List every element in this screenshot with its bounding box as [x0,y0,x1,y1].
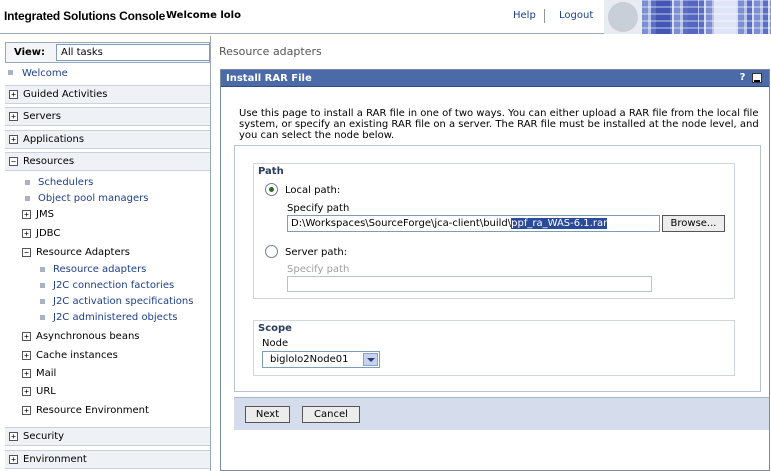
nav-item-resources[interactable]: − Resources [5,152,210,171]
logout-link[interactable]: Logout [559,10,593,21]
nav-item-label: Resources [23,156,75,167]
nav-item-security[interactable]: + Security [5,427,210,446]
main-content: Resource adapters Install RAR File ? Use… [212,36,771,471]
server-path-input[interactable] [287,276,652,292]
bullet-icon [40,267,45,272]
nav-item-label: Resource Environment [36,405,149,416]
cancel-button[interactable]: Cancel [302,406,360,423]
nav-item-label: Security [23,431,65,442]
expand-icon[interactable]: + [22,387,31,396]
header-separator [544,9,545,23]
console-title: Integrated Solutions Console [4,9,166,23]
nav-item-label: Resource adapters [53,264,147,275]
nav-item-servers[interactable]: + Servers [5,107,210,126]
local-path-input[interactable]: D:\Workspaces\SourceForge\jca-client\bui… [287,215,660,232]
bullet-icon [40,283,45,288]
bullet-icon [40,315,45,320]
expand-icon[interactable]: + [9,112,18,121]
browse-button[interactable]: Browse... [662,215,725,232]
expand-icon[interactable]: + [22,210,31,219]
collapse-icon[interactable]: − [22,248,31,257]
nav-item-label: URL [36,386,56,397]
button-bar: Next Cancel [234,397,769,430]
view-select[interactable]: All tasks [56,44,210,61]
navigation-tree: View: All tasks Welcome + Guided Activit… [0,36,211,471]
nav-item-label: JMS [36,209,54,220]
local-path-label: Local path: [285,185,341,196]
banner-overlay [642,0,771,34]
nav-item-guided-activities[interactable]: + Guided Activities [5,85,210,104]
node-select[interactable]: biglolo2Node01 [262,351,380,368]
expand-icon[interactable]: + [9,90,18,99]
nav-item-label: Servers [23,111,62,122]
collapse-icon[interactable]: − [9,157,18,166]
server-specify-path-label: Specify path [287,264,350,275]
view-label: View: [14,47,46,58]
header-banner-graphic [604,0,771,34]
nav-item-label: Cache instances [36,350,118,361]
minimize-icon[interactable] [752,73,762,83]
expand-icon[interactable]: + [22,369,31,378]
nav-item-label: J2C administered objects [53,312,178,323]
server-path-radio[interactable] [265,245,278,258]
server-path-label: Server path: [285,247,348,258]
panel-title-bar: Install RAR File ? [221,70,769,87]
nav-item-environment[interactable]: + Environment [5,450,210,469]
nav-item-applications[interactable]: + Applications [5,130,210,149]
nav-item-label: Welcome [22,68,68,79]
install-rar-panel: Install RAR File ? Use this page to inst… [220,69,770,471]
path-group: Path Local path: Specify path D:\Workspa… [253,163,735,299]
chevron-down-icon[interactable] [363,353,378,366]
bullet-icon [25,196,30,201]
bullet-icon [25,180,30,185]
local-path-radio[interactable] [265,183,278,196]
nav-item-label: JDBC [36,228,61,239]
scope-group: Scope Node biglolo2Node01 [253,320,735,376]
expand-icon[interactable]: + [22,332,31,341]
nav-item-label: J2C connection factories [53,280,175,291]
view-filter-bar: View: All tasks [5,42,210,63]
nav-item-label: Schedulers [38,177,94,188]
next-button[interactable]: Next [245,406,290,423]
intro-text: Use this page to install a RAR file in o… [239,108,759,141]
scope-group-title: Scope [258,323,292,334]
nav-item-label: Guided Activities [23,89,108,100]
local-specify-path-label: Specify path [287,203,350,214]
help-link[interactable]: Help [513,10,536,21]
expand-icon[interactable]: + [22,351,31,360]
expand-icon[interactable]: + [22,406,31,415]
nav-item-label: Environment [23,454,87,465]
bullet-icon [40,299,45,304]
expand-icon[interactable]: + [22,229,31,238]
help-icon[interactable]: ? [737,72,748,84]
install-form: Path Local path: Specify path D:\Workspa… [234,145,761,392]
nav-item-label: Resource Adapters [36,247,130,258]
node-select-value: biglolo2Node01 [270,354,349,365]
welcome-user-text: Welcome lolo [166,10,241,21]
breadcrumb: Resource adapters [219,45,322,58]
local-path-value: D:\Workspaces\SourceForge\jca-client\bui… [291,218,512,229]
bullet-icon [8,70,13,75]
nav-item-label: Applications [23,134,85,145]
nav-item-label: Mail [36,368,57,379]
console-header: Integrated Solutions Console Welcome lol… [0,0,771,34]
expand-icon[interactable]: + [9,432,18,441]
nav-item-label: Object pool managers [38,193,149,204]
nav-item-label: Asynchronous beans [36,331,140,342]
node-label: Node [262,338,289,349]
expand-icon[interactable]: + [9,135,18,144]
panel-title: Install RAR File [226,73,312,84]
path-group-title: Path [258,166,284,177]
banner-circle-graphic [608,2,638,32]
local-path-selected-text: ppf_ra_WAS-6.1.rar [511,218,608,229]
expand-icon[interactable]: + [9,455,18,464]
nav-item-label: J2C activation specifications [53,296,194,307]
